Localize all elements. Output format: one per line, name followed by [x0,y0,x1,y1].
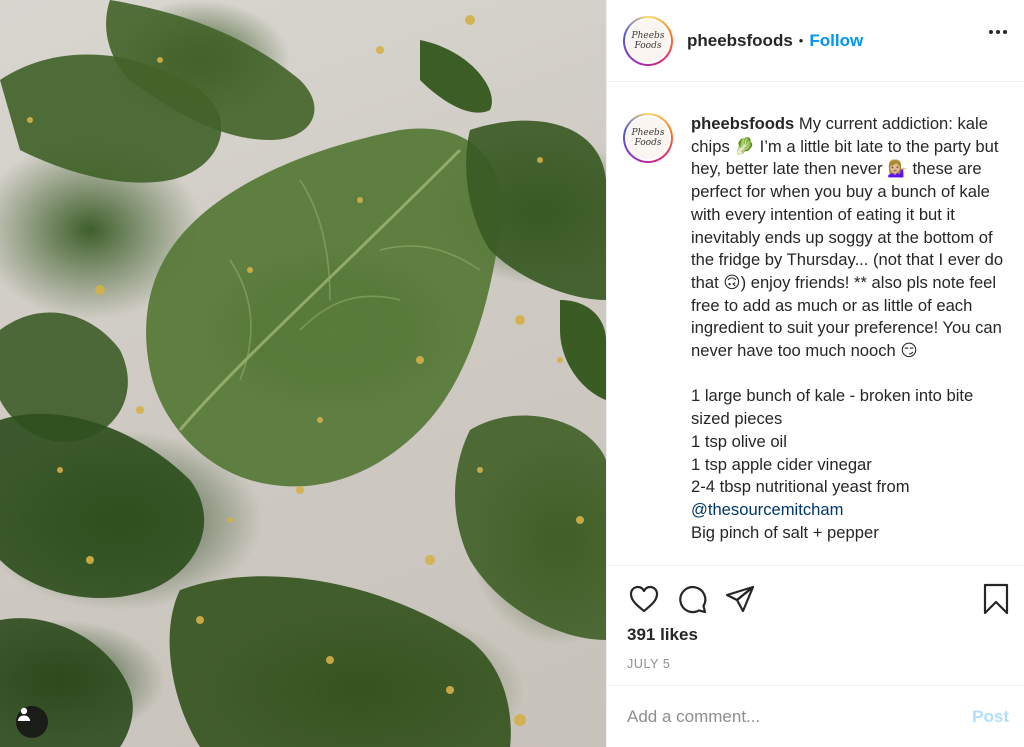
user-icon [17,707,31,721]
caption-text: pheebsfoods My current addiction: kale c… [691,113,1011,565]
caption-avatar[interactable]: Pheebs Foods [623,113,673,163]
save-button[interactable] [979,582,1013,616]
heart-icon [629,585,659,613]
paper-plane-icon [725,585,755,613]
post-actions: 391 likes JULY 5 [607,565,1024,685]
more-options-icon[interactable] [989,30,1007,34]
comment-icon [679,585,707,614]
likes-count[interactable]: 391 likes [627,625,698,645]
post-header: Pheebs Foods pheebsfoods • Follow [607,0,1024,82]
post-comment-button[interactable]: Post [972,707,1009,727]
caption-body: My current addiction: kale chips 🥬 I’m a… [691,114,1004,497]
caption-continued: Big pinch of salt + pepper [691,522,879,542]
follow-button[interactable]: Follow [809,31,863,51]
comment-button[interactable] [675,582,709,616]
brand-logo: Pheebs Foods [627,117,669,159]
comments-section[interactable]: Pheebs Foods pheebsfoods My current addi… [607,83,1024,565]
like-button[interactable] [627,582,661,616]
share-button[interactable] [723,582,757,616]
kale-chips-image [0,0,606,747]
comment-input[interactable] [627,706,973,727]
post-date[interactable]: JULY 5 [627,657,670,671]
brand-logo: Pheebs Foods [627,19,669,62]
username-link[interactable]: pheebsfoods [687,31,793,51]
caption-username[interactable]: pheebsfoods [691,114,794,133]
post-photo[interactable] [0,0,606,747]
add-comment-bar: Post [607,685,1024,747]
bookmark-icon [983,583,1009,615]
separator-dot: • [798,33,804,48]
post-details-panel: Pheebs Foods pheebsfoods • Follow Pheebs… [606,0,1024,747]
avatar[interactable]: Pheebs Foods [623,15,673,66]
tagged-users-button[interactable] [16,706,48,738]
mention-link[interactable]: @thesourcemitcham [691,500,843,519]
